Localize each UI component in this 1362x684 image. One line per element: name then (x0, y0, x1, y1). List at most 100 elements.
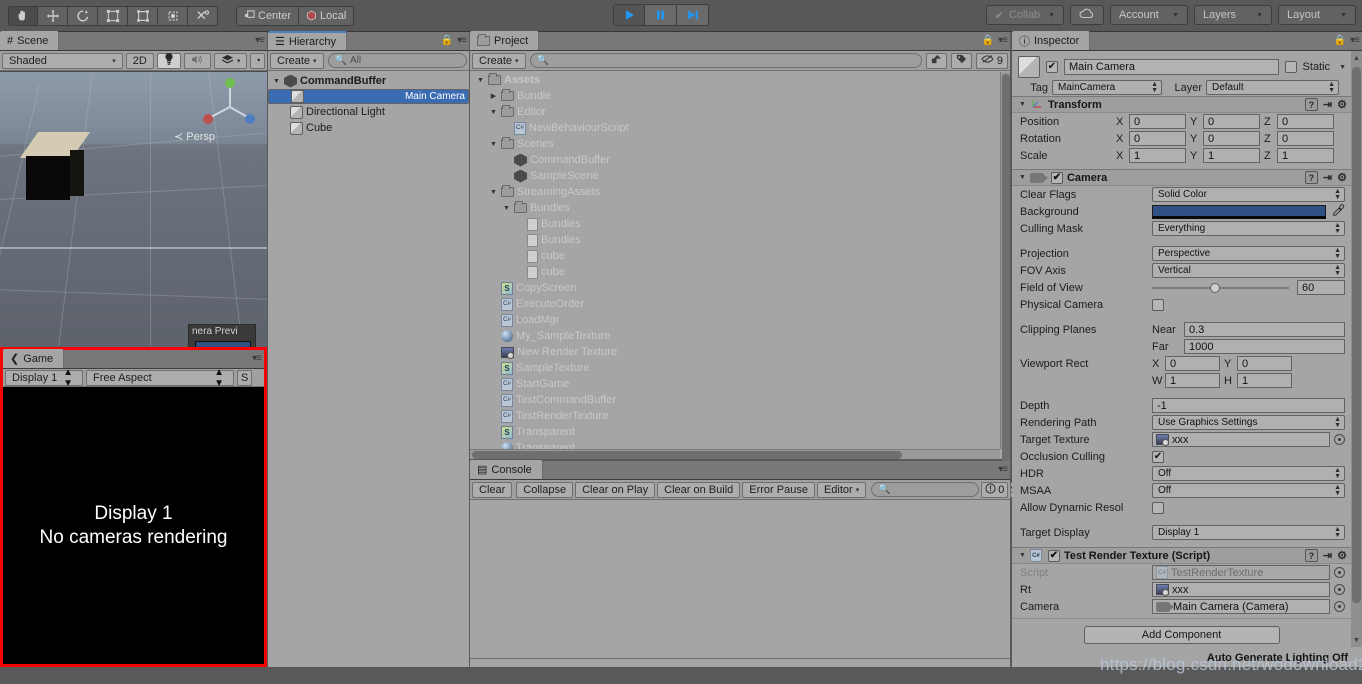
scene-menu-icon[interactable]: ▾≡ (255, 35, 265, 46)
disclosure-triangle-icon[interactable]: ▼ (489, 109, 498, 116)
list-item[interactable]: Main Camera (268, 89, 469, 104)
viewport-w-field[interactable]: 1 (1165, 373, 1220, 388)
game-scale-slider[interactable]: S (237, 369, 253, 386)
camera-objectfield[interactable]: Main Camera (Camera) (1152, 599, 1330, 614)
list-item[interactable]: ▼STransparent (470, 424, 1000, 440)
console-error-pause-toggle[interactable]: Error Pause (742, 481, 815, 498)
play-button[interactable] (613, 4, 645, 26)
gear-icon[interactable]: ⚙ (1337, 98, 1347, 111)
rotate-tool-button[interactable] (68, 5, 98, 26)
layers-button[interactable]: Layers ▼ (1194, 5, 1272, 25)
layout-button[interactable]: Layout ▼ (1278, 5, 1356, 25)
list-item[interactable]: ▼Bundles (470, 200, 1000, 216)
scale-x-field[interactable]: 1 (1129, 148, 1186, 163)
foldout-triangle-icon[interactable]: ▼ (1019, 174, 1026, 181)
game-aspect-dropdown[interactable]: Free Aspect ▲ ▼ (86, 367, 234, 389)
project-filter-label-button[interactable] (950, 52, 972, 69)
static-checkbox[interactable] (1284, 61, 1297, 73)
console-collapse-toggle[interactable]: Collapse (516, 481, 574, 498)
scrollbar-thumb[interactable] (1352, 67, 1361, 603)
list-item[interactable]: ▼C#NewBehaviourScript (470, 120, 1000, 136)
console-editor-dropdown[interactable]: Editor ▾ (816, 481, 867, 498)
layer-dropdown[interactable]: Default ▲ ▼ (1206, 80, 1339, 95)
scene-draw-mode-dropdown[interactable]: Shaded ▾ (2, 52, 123, 69)
project-filter-type-button[interactable] (925, 52, 947, 69)
hdr-dropdown[interactable]: Off ▲ ▼ (1152, 466, 1345, 481)
pause-button[interactable] (645, 4, 677, 26)
list-item[interactable]: ▼ StreamingAssets (470, 184, 1000, 200)
gameobject-active-checkbox[interactable] (1046, 61, 1058, 73)
tab-console[interactable]: ▤ Console (470, 460, 543, 479)
step-button[interactable] (677, 4, 709, 26)
rotation-y-field[interactable]: 0 (1203, 131, 1260, 146)
game-menu-icon[interactable]: ▾≡ (252, 353, 262, 364)
help-icon[interactable]: ? (1304, 98, 1318, 111)
list-item[interactable]: ▼C#TestRenderTexture (470, 408, 1000, 424)
near-field[interactable]: 0.3 (1184, 322, 1345, 337)
help-icon[interactable]: ? (1304, 171, 1318, 184)
inspector-vertical-scrollbar[interactable]: ▲ ▼ (1351, 51, 1362, 647)
console-log-count-toggle[interactable]: 0 (981, 481, 1009, 498)
fov-axis-dropdown[interactable]: Vertical ▲ ▼ (1152, 263, 1345, 278)
disclosure-triangle-icon[interactable]: ▼ (272, 78, 281, 85)
scene-fx-dropdown[interactable]: ▾ (213, 52, 248, 69)
position-x-field[interactable]: 0 (1129, 114, 1186, 129)
scale-tool-button[interactable] (98, 5, 128, 26)
add-component-button[interactable]: Add Component (1083, 626, 1280, 644)
list-item[interactable]: ▼cube (470, 264, 1000, 280)
depth-field[interactable]: -1 (1152, 398, 1345, 413)
script-component-header[interactable]: ▼ C# Test Render Texture (Script) ? ⇥ ⚙ (1012, 547, 1351, 564)
preset-icon[interactable]: ⇥ (1323, 549, 1332, 562)
script-enabled-checkbox[interactable] (1047, 549, 1060, 562)
console-clear-on-play-toggle[interactable]: Clear on Play (575, 481, 656, 498)
rect-tool-button[interactable] (128, 5, 158, 26)
rotation-z-field[interactable]: 0 (1277, 131, 1334, 146)
console-split-divider[interactable] (470, 658, 1010, 659)
background-color-field[interactable] (1152, 204, 1326, 219)
tab-game[interactable]: ❮ Game (3, 349, 65, 368)
field-of-view-field[interactable]: 60 (1297, 280, 1345, 295)
project-vertical-scrollbar[interactable] (1000, 72, 1010, 469)
scene-audio-toggle[interactable] (183, 52, 211, 69)
list-item[interactable]: ▼CommandBuffer (470, 152, 1000, 168)
console-clear-button[interactable]: Clear (472, 481, 513, 498)
hand-tool-button[interactable] (8, 5, 38, 26)
occlusion-culling-checkbox[interactable] (1152, 450, 1164, 463)
camera-component-header[interactable]: ▼ Camera ? ⇥ ⚙ (1012, 169, 1351, 186)
project-horizontal-scrollbar[interactable] (470, 449, 1000, 459)
custom-editor-tool-button[interactable] (188, 5, 218, 26)
field-of-view-slider[interactable] (1152, 280, 1289, 295)
list-item[interactable]: ▼C#ExecuteOrder (470, 296, 1000, 312)
list-item[interactable]: ▼ Scenes (470, 136, 1000, 152)
project-search-input[interactable]: 🔍 (529, 53, 922, 68)
list-item[interactable]: ▼ CommandBuffer (268, 73, 469, 89)
list-item[interactable]: ▼SampleScene (470, 168, 1000, 184)
list-item[interactable]: ▼C#TestCommandBuffer (470, 392, 1000, 408)
transform-tool-button[interactable] (158, 5, 188, 26)
lock-icon[interactable]: 🔒 (1334, 35, 1346, 46)
rendering-path-dropdown[interactable]: Use Graphics Settings ▲ ▼ (1152, 415, 1345, 430)
target-texture-objectfield[interactable]: xxx (1152, 432, 1330, 447)
list-item[interactable]: ▼New Render Texture (470, 344, 1000, 360)
scroll-down-arrow-icon[interactable]: ▼ (1351, 633, 1362, 647)
list-item[interactable]: ▼SSampleTexture (470, 360, 1000, 376)
hierarchy-create-button[interactable]: Create ▾ (270, 52, 324, 69)
list-item[interactable]: ▼ Assets (470, 72, 1000, 88)
gameobject-name-field[interactable]: Main Camera (1064, 59, 1279, 75)
clear-flags-dropdown[interactable]: Solid Color ▲ ▼ (1152, 187, 1345, 202)
tag-dropdown[interactable]: MainCamera ▲ ▼ (1052, 80, 1162, 95)
list-item[interactable]: ▼My_SampleTexture (470, 328, 1000, 344)
scale-z-field[interactable]: 1 (1277, 148, 1334, 163)
console-clear-on-build-toggle[interactable]: Clear on Build (657, 481, 741, 498)
move-tool-button[interactable] (38, 5, 68, 26)
position-y-field[interactable]: 0 (1203, 114, 1260, 129)
culling-mask-dropdown[interactable]: Everything ▲ ▼ (1152, 221, 1345, 236)
object-picker-icon[interactable] (1334, 434, 1345, 445)
list-item[interactable]: ▼Bundles (470, 232, 1000, 248)
collab-button[interactable]: ✔ Collab ▼ (985, 5, 1064, 25)
object-picker-icon[interactable] (1334, 601, 1345, 612)
scroll-up-arrow-icon[interactable]: ▲ (1351, 51, 1362, 65)
transform-component-header[interactable]: ▼ Transform ? ⇥ ⚙ (1012, 96, 1351, 113)
account-button[interactable]: Account ▼ (1110, 5, 1188, 25)
inspector-menu-icon[interactable]: ▾≡ (1350, 35, 1360, 46)
